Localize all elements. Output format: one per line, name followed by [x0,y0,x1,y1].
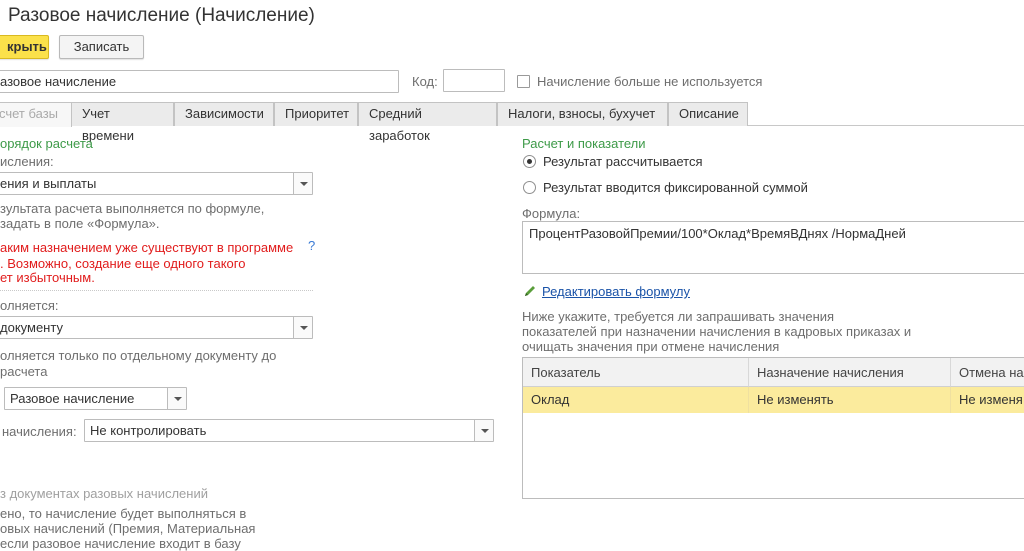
help-icon[interactable]: ? [308,238,315,253]
performed-select[interactable]: документу [0,316,313,339]
document-type-value: Разовое начисление [10,391,135,406]
footer-line-3: если разовое начисление входит в базу [0,536,241,551]
chevron-down-icon[interactable] [474,420,493,441]
category-select[interactable]: ения и выплаты [0,172,313,195]
warning-line-2: . Возможно, создание еще одного такого [0,256,246,271]
tab-taxes[interactable]: Налоги, взносы, бухучет [497,102,668,126]
code-label: Код: [412,74,438,89]
indicators-table[interactable]: Показатель Назначение начисления Отмена … [522,357,1024,499]
hint-line-3: очищать значения при отмене начисления [522,339,780,354]
tab-priority[interactable]: Приоритет [274,102,358,126]
hint-line-1: Ниже укажите, требуется ли запрашивать з… [522,309,835,324]
tab-average-earnings[interactable]: Средний заработок [358,102,497,143]
not-used-label: Начисление больше не используется [537,74,763,89]
info-line-1: зультата расчета выполняется по формуле, [0,201,265,216]
cell-cancel[interactable]: Не изменя [951,387,1024,413]
control-label: начисления: [2,424,77,439]
column-header-assign[interactable]: Назначение начисления [749,358,951,387]
window-title: Разовое начисление (Начисление) [8,5,315,26]
save-and-close-button[interactable]: крыть [0,35,49,59]
chevron-down-icon[interactable] [293,317,312,338]
calc-indicators-title: Расчет и показатели [522,136,646,151]
pencil-icon [525,286,535,296]
category-label: исления: [0,154,54,169]
separator [0,290,313,291]
note-line-1: олняется только по отдельному документу … [0,348,277,363]
save-button[interactable]: Записать [59,35,144,59]
chevron-down-icon[interactable] [293,173,312,194]
info-line-2: задать в поле «Формула». [0,216,160,231]
radio-fixed[interactable] [523,181,536,194]
tab-base[interactable]: счет базы [0,102,72,127]
radio-calculated-label: Результат рассчитывается [543,154,703,169]
column-header-cancel[interactable]: Отмена на [951,358,1024,387]
cell-indicator[interactable]: Оклад [523,387,749,413]
control-select[interactable]: Не контролировать [84,419,494,442]
warning-line-3: ет избыточным. [0,270,95,285]
footer-title: з документах разовых начислений [0,486,208,501]
footer-line-2: овых начислений (Премия, Материальная [0,521,256,536]
hint-line-2: показателей при назначении начисления в … [522,324,912,339]
tab-description[interactable]: Описание [668,102,748,126]
performed-label: олняется: [0,298,59,313]
formula-field[interactable]: ПроцентРазовойПремии/100*Оклад*ВремяВДня… [522,221,1024,274]
footer-line-1: ено, то начисление будет выполняться в [0,506,247,521]
tab-time[interactable]: Учет времени [71,102,174,143]
warning-line-1: аким назначением уже существуют в програ… [0,240,294,255]
tab-dependencies[interactable]: Зависимости [174,102,274,126]
document-type-select[interactable]: Разовое начисление [4,387,187,410]
performed-value: документу [0,320,63,335]
control-value: Не контролировать [90,423,207,438]
formula-label: Формула: [522,206,581,221]
chevron-down-icon[interactable] [167,388,186,409]
code-input[interactable] [443,69,505,92]
calc-order-title: орядок расчета [0,136,93,151]
edit-formula-link[interactable]: Редактировать формулу [542,284,690,299]
column-header-indicator[interactable]: Показатель [523,358,749,387]
radio-calculated[interactable] [523,155,536,168]
category-value: ения и выплаты [0,176,97,191]
not-used-checkbox[interactable] [517,75,530,88]
note-line-2: расчета [0,364,48,379]
name-input[interactable]: азовое начисление [0,70,399,93]
cell-assign[interactable]: Не изменять [749,387,951,413]
radio-fixed-label: Результат вводится фиксированной суммой [543,180,808,195]
